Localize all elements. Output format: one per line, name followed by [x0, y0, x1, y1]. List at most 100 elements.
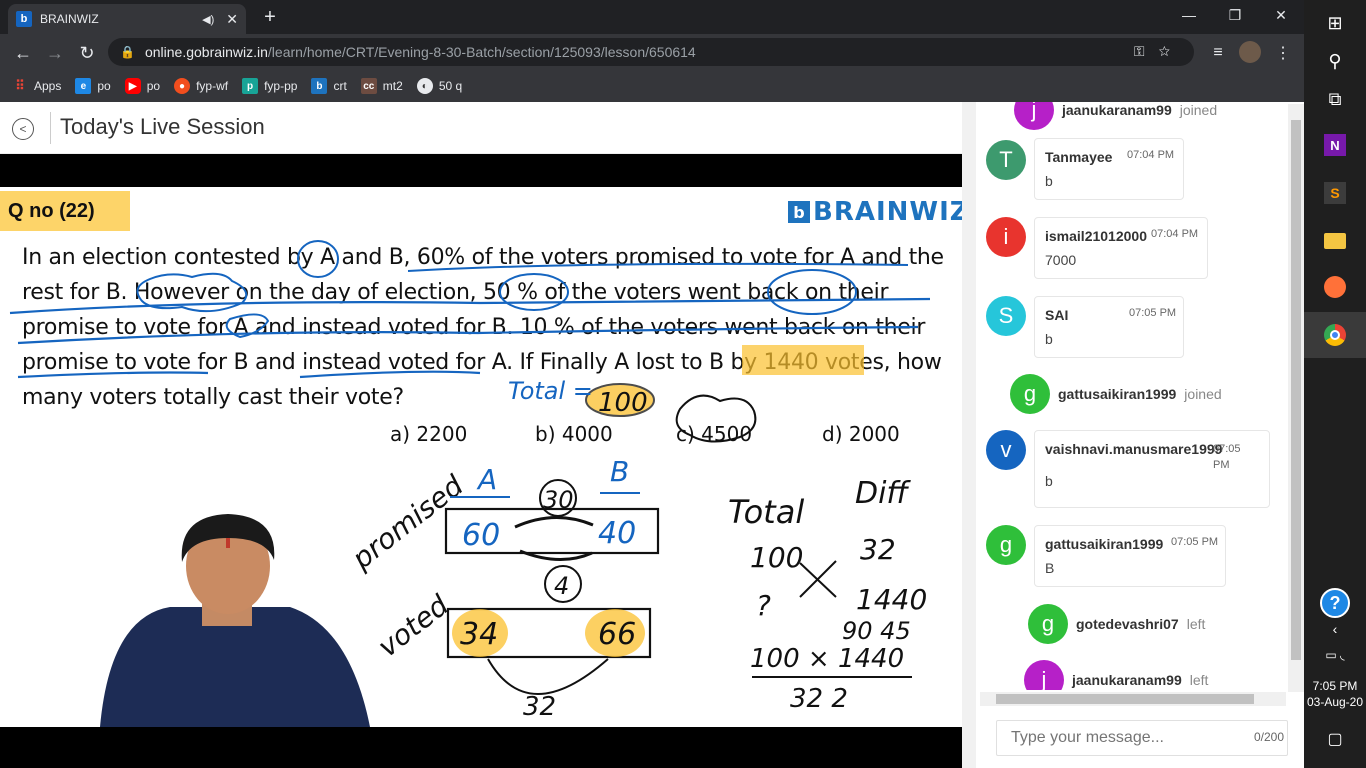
onenote-icon[interactable]: N: [1304, 122, 1366, 168]
url-host: online.gobrainwiz.in: [144, 44, 268, 60]
network-battery-icon[interactable]: ▭ ◟: [1304, 632, 1366, 678]
clock-time: 7:05 PM: [1312, 679, 1358, 693]
file-explorer-icon[interactable]: [1304, 218, 1366, 264]
chat-event: j jaanukaranam99 left: [1024, 660, 1208, 690]
bookmarks-bar: ⠿ Apps e po ▶ po ● fyp-wf p fyp-pp b crt cc mt2…: [0, 70, 1304, 102]
chat-event-action: joined: [1179, 102, 1218, 118]
chat-bubble: SAI 07:05 PM b: [1034, 296, 1184, 358]
svg-text:32 2: 32 2: [790, 684, 848, 714]
apps-grid-icon: ⠿: [15, 78, 25, 93]
chat-message-list[interactable]: j jaanukaranam99 joined T Tanmayee 07:04…: [978, 102, 1288, 690]
url-path: /learn/home/CRT/Evening-8-30-Batch/secti…: [267, 44, 696, 60]
chat-bubble: vaishnavi.manusmare1999 07:05 PM b: [1034, 430, 1270, 508]
bookmark-apps[interactable]: ⠿ Apps: [12, 78, 61, 94]
presenter-image: [100, 514, 370, 727]
bookmark-po-ie[interactable]: e po: [75, 78, 111, 94]
chat-event-action: joined: [1184, 386, 1222, 402]
avatar: g: [1010, 374, 1050, 414]
bookmark-po-youtube[interactable]: ▶ po: [124, 78, 160, 94]
restore-window-icon[interactable]: ❐: [1212, 0, 1258, 30]
svg-text:34: 34: [460, 617, 498, 652]
profile-avatar[interactable]: [1239, 41, 1261, 63]
task-view-icon[interactable]: ⧉: [1304, 76, 1366, 122]
svg-text:1440: 1440: [856, 583, 927, 616]
close-window-icon[interactable]: ✕: [1258, 0, 1304, 30]
chat-event-user: gattusaikiran1999: [1058, 386, 1177, 402]
svg-text:B: B: [610, 455, 629, 488]
photopea-icon: p: [242, 78, 259, 94]
bookmark-star-icon[interactable]: ☆: [1159, 43, 1184, 59]
chat-text: b: [1045, 331, 1053, 347]
chat-timestamp: 07:05 PM: [1129, 307, 1177, 319]
chat-bubble: ismail21012000 07:04 PM 7000: [1034, 217, 1208, 279]
avatar: v: [986, 430, 1026, 470]
avatar: j: [1024, 660, 1064, 690]
avatar: i: [986, 217, 1026, 257]
avatar: T: [986, 140, 1026, 180]
svg-text:90 45: 90 45: [842, 617, 911, 645]
bookmark-mt2[interactable]: cc mt2: [360, 78, 403, 94]
svg-text:40: 40: [598, 516, 636, 551]
chat-timestamp: 07:04 PM: [1127, 149, 1175, 161]
chat-text: b: [1045, 473, 1053, 489]
bookmark-crt[interactable]: b crt: [311, 78, 347, 94]
back-arrow-icon[interactable]: ←: [10, 40, 36, 66]
chat-scroll-thumb[interactable]: [1291, 120, 1301, 660]
taskbar-clock[interactable]: 7:05 PM 03-Aug-20: [1304, 678, 1366, 710]
svg-text:Total =: Total =: [508, 377, 593, 405]
svg-text:100 × 1440: 100 × 1440: [750, 644, 904, 674]
youtube-icon: ▶: [124, 78, 141, 94]
page-scrollbar[interactable]: [962, 102, 976, 768]
video-slide: Q no (22) b BRAINWIZ In an election conte…: [0, 187, 962, 727]
svg-text:4: 4: [554, 572, 569, 600]
ie-icon: e: [75, 78, 92, 94]
back-circle-icon[interactable]: <: [12, 118, 34, 140]
brainwiz-favicon-icon: b: [16, 11, 32, 27]
chat-event-partial: j jaanukaranam99 joined: [1014, 102, 1217, 130]
bookmark-50q[interactable]: ◐ 50 q: [416, 78, 462, 94]
chat-horizontal-scroll-thumb[interactable]: [996, 694, 1254, 704]
forward-arrow-icon[interactable]: →: [42, 40, 68, 66]
svg-text:100: 100: [598, 388, 648, 418]
chat-timestamp: 07:04 PM: [1151, 228, 1199, 240]
bookmark-fyp-wf[interactable]: ● fyp-wf: [174, 78, 228, 94]
media-queue-icon[interactable]: ≡: [1205, 40, 1231, 66]
chat-event-action: left: [1186, 616, 1206, 632]
chat-text: B: [1045, 560, 1055, 576]
svg-text:32: 32: [860, 533, 896, 566]
avatar: g: [986, 525, 1026, 565]
speaker-icon[interactable]: ◀): [202, 13, 214, 26]
lock-icon: 🔒: [120, 45, 135, 59]
reload-icon[interactable]: ↻: [74, 40, 100, 66]
address-bar[interactable]: 🔒 online.gobrainwiz.in/learn/home/CRT/Ev…: [108, 38, 1194, 66]
chat-event: g gotedevashri07 left: [1028, 604, 1205, 644]
sublime-text-icon[interactable]: S: [1304, 170, 1366, 216]
chat-timestamp: 07:05 PM: [1171, 536, 1219, 548]
chat-text: b: [1045, 173, 1053, 189]
chat-event: g gattusaikiran1999 joined: [1010, 374, 1222, 414]
char-counter: 0/200: [1254, 730, 1285, 744]
brainwiz-icon: b: [311, 78, 328, 94]
chat-event-action: left: [1189, 672, 1209, 688]
svg-text:A: A: [476, 463, 497, 496]
browser-tab[interactable]: b BRAINWIZ ◀) ✕: [8, 4, 246, 34]
avatar: g: [1028, 604, 1068, 644]
svg-text:32: 32: [523, 692, 556, 722]
new-tab-button[interactable]: +: [258, 4, 282, 30]
svg-text:?: ?: [756, 589, 771, 622]
chat-timestamp: 07:05 PM: [1213, 443, 1241, 471]
notifications-icon[interactable]: ▢: [1304, 716, 1366, 762]
tab-title: BRAINWIZ: [40, 12, 99, 26]
key-icon[interactable]: ⚿: [1134, 43, 1159, 59]
svg-text:Total: Total: [728, 493, 804, 531]
chat-event-user: gotedevashri07: [1076, 616, 1179, 632]
menu-kebab-icon[interactable]: ⋮: [1270, 40, 1296, 66]
bookmark-fyp-pp[interactable]: p fyp-pp: [242, 78, 297, 94]
chat-event-user: jaanukaranam99: [1072, 672, 1182, 688]
close-tab-icon[interactable]: ✕: [226, 11, 238, 28]
chat-message-input[interactable]: [996, 720, 1288, 756]
minimize-window-icon[interactable]: —: [1166, 0, 1212, 30]
firefox-icon[interactable]: [1304, 264, 1366, 310]
header-divider: [50, 112, 51, 144]
chrome-icon[interactable]: [1304, 312, 1366, 358]
